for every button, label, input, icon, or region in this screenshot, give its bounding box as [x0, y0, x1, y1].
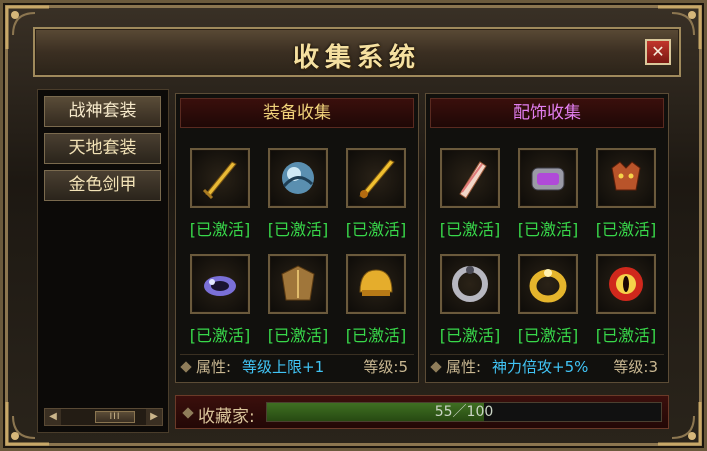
title-bar: 收集系统 ✕: [33, 27, 681, 77]
status-badge: [已激活]: [267, 220, 329, 239]
status-badge: [已激活]: [345, 220, 407, 239]
purple-bracelet-icon: [204, 276, 236, 296]
attribute-label: 属性:: [196, 358, 232, 376]
item-slot[interactable]: [190, 148, 250, 208]
red-eye-icon: [609, 267, 643, 301]
item-slot[interactable]: [268, 254, 328, 314]
item-slot[interactable]: [440, 148, 500, 208]
diamond-bullet-icon: [180, 361, 192, 373]
item-slot[interactable]: [596, 254, 656, 314]
gold-helmet-icon: [359, 269, 393, 296]
status-badge: [已激活]: [189, 220, 251, 239]
item-slot[interactable]: [518, 254, 578, 314]
level-text: 等级:3: [613, 358, 658, 376]
status-badge: [已激活]: [517, 326, 579, 345]
attribute-value: 神力倍攻+5%: [492, 358, 589, 376]
attribute-label: 属性:: [446, 358, 482, 376]
diamond-bullet-icon: [430, 361, 442, 373]
collector-progress-bar: 55／100: [266, 402, 662, 422]
demon-mask-icon: [611, 161, 641, 191]
item-slot[interactable]: [190, 254, 250, 314]
status-badge: [已激活]: [439, 220, 501, 239]
sidebar-item-golden-sword-armor[interactable]: 金色剑甲: [44, 170, 161, 201]
diamond-bullet-icon: [182, 407, 194, 419]
status-badge: [已激活]: [189, 326, 251, 345]
window-title: 收集系统: [292, 43, 421, 73]
silver-bracelet-icon: [531, 167, 565, 191]
equipment-attribute-row: 属性: 等级上限+1 等级:5: [180, 354, 414, 378]
item-slot[interactable]: [518, 148, 578, 208]
status-badge: [已激活]: [267, 326, 329, 345]
item-slot[interactable]: [346, 148, 406, 208]
accessories-attribute-row: 属性: 神力倍攻+5% 等级:3: [430, 354, 664, 378]
collector-bar: 收藏家: 55／100: [175, 395, 669, 429]
gold-blade-icon: [359, 159, 395, 199]
set-sidebar: 战神套装 天地套装 金色剑甲 ◀ III ▶: [37, 89, 169, 433]
item-slot[interactable]: [268, 148, 328, 208]
item-slot[interactable]: [346, 254, 406, 314]
bronze-armor-icon: [281, 265, 315, 301]
accessories-header: 配饰收集: [430, 98, 664, 128]
scroll-left-icon[interactable]: ◀: [45, 409, 61, 425]
sidebar-item-tiandi[interactable]: 天地套装: [44, 133, 161, 164]
status-badge: [已激活]: [595, 220, 657, 239]
accessories-collection-panel: 配饰收集 [已激活] [已激活] [已激活] [已激活] [已激活] [已激活]…: [425, 93, 669, 383]
sidebar-item-zhanshen[interactable]: 战神套装: [44, 96, 161, 127]
level-text: 等级:5: [363, 358, 408, 376]
item-slot[interactable]: [440, 254, 500, 314]
status-badge: [已激活]: [517, 220, 579, 239]
status-badge: [已激活]: [345, 326, 407, 345]
scroll-icon: [459, 161, 487, 199]
status-badge: [已激活]: [439, 326, 501, 345]
collection-window: 收集系统 ✕ 战神套装 天地套装 金色剑甲 ◀ III ▶ 装备收集 [已激活]…: [0, 0, 707, 451]
gold-sword-icon: [202, 161, 237, 200]
scroll-right-icon[interactable]: ▶: [146, 409, 162, 425]
equipment-collection-panel: 装备收集 [已激活] [已激活] [已激活] [已激活] [已激活] [已激活]…: [175, 93, 419, 383]
close-button[interactable]: ✕: [645, 39, 671, 65]
blue-orb-icon: [282, 162, 314, 194]
sidebar-scrollbar[interactable]: ◀ III ▶: [44, 408, 163, 426]
collector-label: 收藏家:: [198, 407, 255, 427]
status-badge: [已激活]: [595, 326, 657, 345]
progress-text: 55／100: [434, 404, 494, 420]
scroll-thumb[interactable]: III: [95, 411, 135, 423]
equipment-header: 装备收集: [180, 98, 414, 128]
silver-ring-icon: [452, 266, 488, 302]
item-slot[interactable]: [596, 148, 656, 208]
gold-ring-icon: [529, 269, 567, 303]
attribute-value: 等级上限+1: [242, 358, 325, 376]
